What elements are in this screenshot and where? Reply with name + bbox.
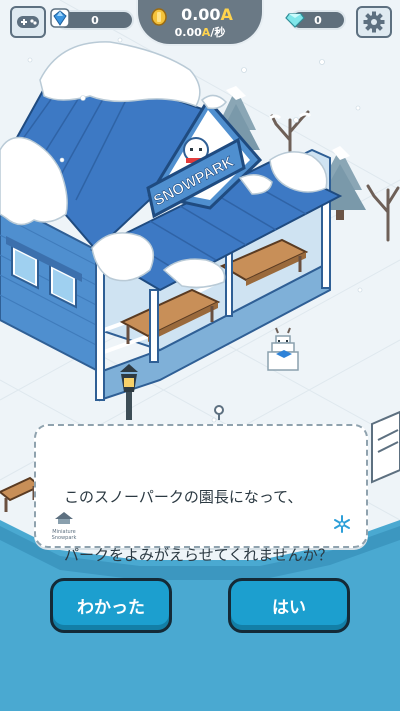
settings-button[interactable]: [356, 6, 392, 38]
gamepad-button[interactable]: [10, 6, 46, 38]
blue-gem-icon: [50, 8, 70, 28]
tutorial-dialog[interactable]: このスノーパークの園長になって、 パークをよみがえらせてくれませんか？ Mini…: [34, 424, 368, 564]
gem-count: 0: [91, 13, 99, 27]
yes-button[interactable]: はい: [228, 578, 350, 633]
ok-button[interactable]: わかった: [50, 578, 172, 633]
rate-value: 0.00: [174, 26, 202, 39]
coin-icon: [151, 8, 167, 26]
rate-suffix: /秒: [210, 26, 226, 39]
diamond-count: 0: [314, 13, 322, 27]
gamepad-icon: [17, 16, 39, 28]
gear-icon: [363, 11, 385, 33]
diamond-icon: [285, 13, 305, 28]
dialog-line-1: このスノーパークの園長になって、: [64, 488, 303, 506]
money-value: 0.00: [181, 5, 221, 24]
money-unit: A: [220, 5, 233, 24]
game-logo: Miniature Snowpark: [42, 510, 86, 541]
logo-line-2: Snowpark: [51, 535, 77, 541]
dialog-line-2: パークをよみがえらせてくれませんか？: [64, 546, 333, 564]
snowflake-icon: [334, 515, 350, 533]
ok-button-label: わかった: [77, 598, 145, 618]
yes-button-label: はい: [272, 598, 306, 618]
house-logo-icon: [55, 512, 73, 524]
